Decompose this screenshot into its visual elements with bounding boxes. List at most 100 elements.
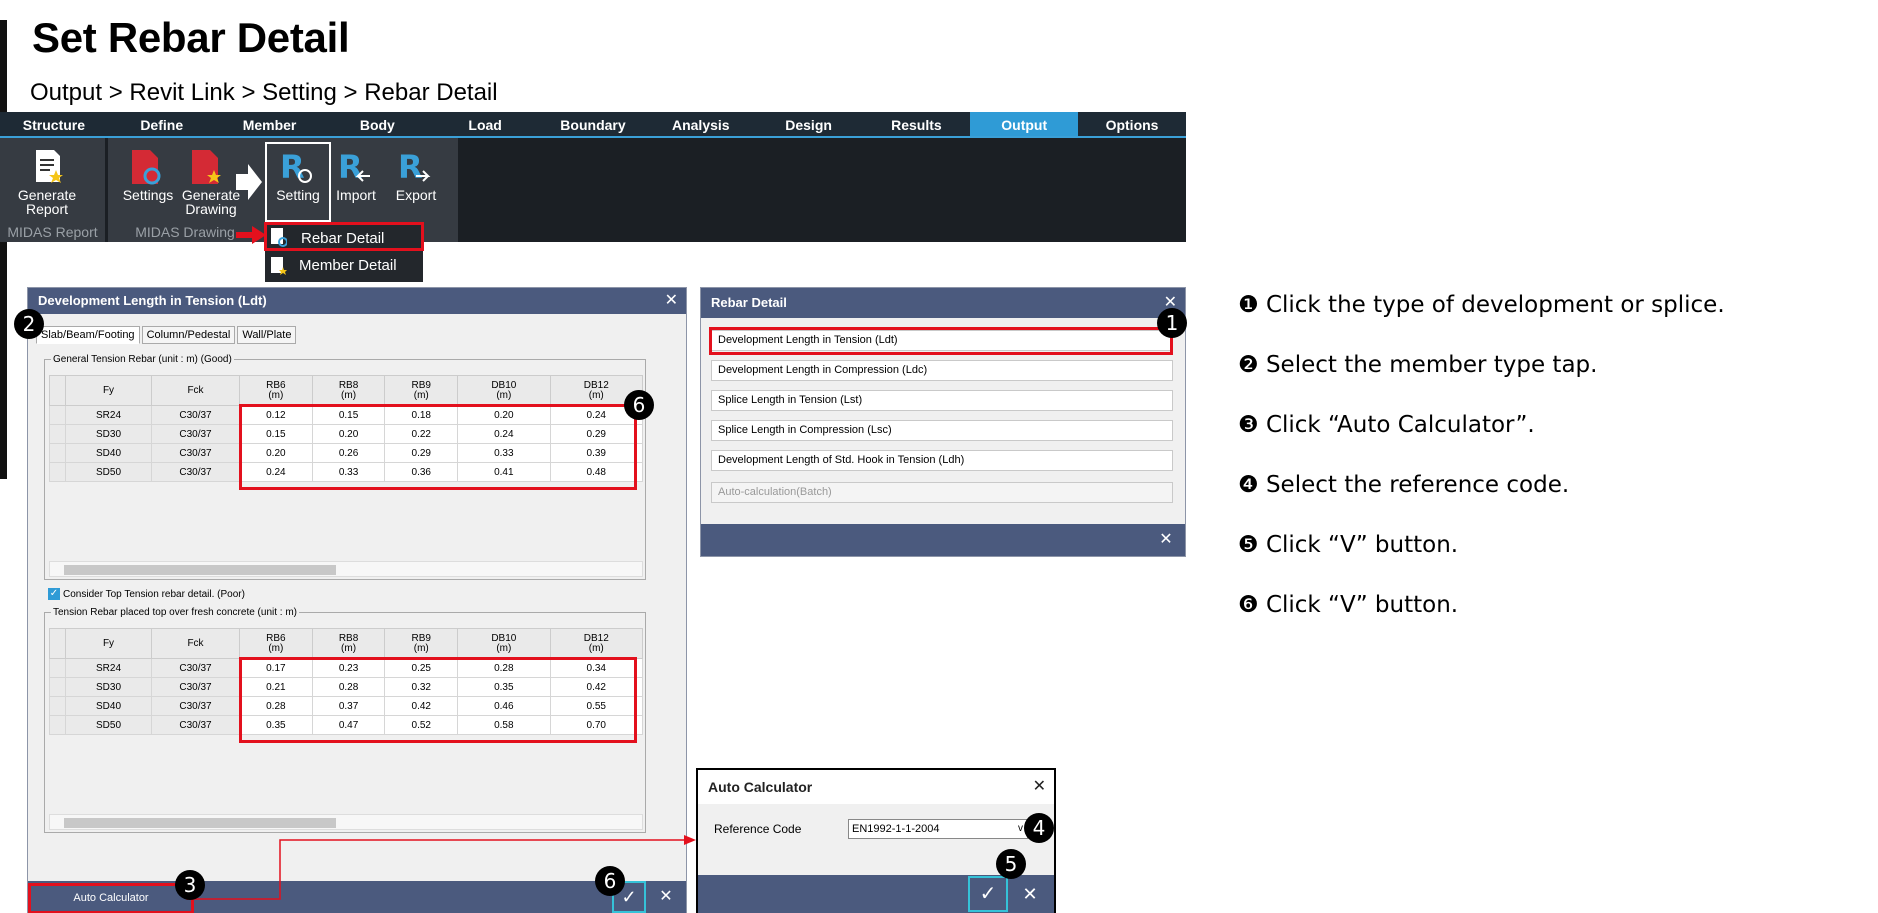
cell-fck: C30/37 [151,696,240,716]
confirm-check-icon[interactable]: ✓ [968,876,1008,912]
column-header: DB10 (m) [457,628,551,659]
generate-drawing-button[interactable]: Generate Drawing [178,188,244,216]
badge-3: 3 [175,870,205,900]
row-header-corner [49,375,66,406]
scrollbar-thumb[interactable] [64,818,336,828]
group-midas-report: Generate Report MIDAS Report [0,138,105,242]
row-header [49,424,66,444]
step-number: ❹ [1238,472,1259,498]
cell-fck: C30/37 [151,462,240,482]
revit-import-icon: R [338,148,370,186]
tab-boundary[interactable]: Boundary [539,112,647,136]
top-tension-checkbox-row: ✓ Consider Top Tension rebar detail. (Po… [48,588,245,600]
cell-fy: SD40 [65,443,152,463]
menu-item-rebar-detail[interactable]: Rebar Detail [264,222,424,251]
step-number: ❶ [1238,292,1259,318]
row-header-corner [49,628,66,659]
badge-4: 4 [1024,813,1054,843]
cell-fy: SD50 [65,715,152,735]
row-header [49,715,66,735]
cell-fck: C30/37 [151,424,240,444]
close-icon[interactable]: ✕ [665,288,678,314]
ribbon-body: Generate Report MIDAS Report Settings Ge… [0,138,1186,242]
cell-fy: SR24 [65,658,152,678]
tab-analysis[interactable]: Analysis [647,112,755,136]
tab-options[interactable]: Options [1078,112,1186,136]
tab-load[interactable]: Load [431,112,539,136]
dialog-footer: ✓ ✕ [698,875,1054,913]
row-header [49,443,66,463]
close-icon[interactable]: ✕ [1033,770,1046,804]
step-number: ❸ [1238,412,1259,438]
report-icon [36,150,63,183]
scrollbar-thumb[interactable] [64,565,336,575]
tab-slab-beam-footing[interactable]: Slab/Beam/Footing [36,326,140,344]
step-text: Select the member type tap. [1265,352,1598,378]
auto-calculation-batch-button: Auto-calculation(Batch) [711,482,1173,503]
column-header: RB8 (m) [311,628,386,659]
splice-compression-button[interactable]: Splice Length in Compression (Lsc) [711,420,1173,441]
column-header: RB6 (m) [239,375,313,406]
column-header: Fck [151,628,240,659]
group-legend: Tension Rebar placed top over fresh conc… [53,607,298,618]
row-header [49,658,66,678]
tab-body[interactable]: Body [323,112,431,136]
left-accent-bar [0,20,7,479]
tab-results[interactable]: Results [863,112,971,136]
page-title: Set Rebar Detail [32,14,350,61]
arrow-right-icon [236,164,262,200]
column-header: DB12 (m) [549,628,644,659]
dialog-title: Development Length in Tension (Ldt) [38,293,267,308]
cell-fck: C30/37 [151,658,240,678]
menu-item-member-detail[interactable]: Member Detail [265,252,423,280]
std-hook-button[interactable]: Development Length of Std. Hook in Tensi… [711,450,1173,471]
step-5: ❺ Click “V” button. [1238,532,1458,558]
column-header: RB6 (m) [239,628,313,659]
dialog-title: Rebar Detail [711,295,787,310]
row-header [49,696,66,716]
tab-define[interactable]: Define [108,112,216,136]
step-text: Click the type of development or splice. [1265,292,1725,318]
dialog-footer: ✕ [701,524,1185,556]
tab-wall-plate[interactable]: Wall/Plate [237,326,297,344]
ribbon-tabs: Structure Define Member Body Load Bounda… [0,112,1186,138]
reference-code-select[interactable]: EN1992-1-1-2004 v [848,819,1028,839]
step-1: ❶ Click the type of development or splic… [1238,292,1725,318]
splice-tension-button[interactable]: Splice Length in Tension (Lst) [711,390,1173,411]
auto-calculator-dialog: Auto Calculator ✕ Reference Code EN1992-… [696,768,1056,913]
column-header: Fy [65,628,152,659]
column-header: Fy [65,375,152,406]
step-text: Click “V” button. [1265,532,1459,558]
group-label-midas-report: MIDAS Report [7,224,98,240]
close-icon[interactable]: ✕ [1147,524,1185,556]
checkbox-label: Consider Top Tension rebar detail. (Poor… [63,588,245,600]
tab-design[interactable]: Design [755,112,863,136]
cancel-close-icon[interactable]: ✕ [1010,876,1050,912]
step-number: ❷ [1238,352,1259,378]
generate-report-button[interactable]: Generate Report [14,188,80,216]
setting-button[interactable]: Setting [266,188,330,202]
cell-fck: C30/37 [151,443,240,463]
row-header [49,462,66,482]
auto-calculator-button[interactable]: Auto Calculator [32,887,190,909]
badge-2: 2 [14,309,44,339]
row-header [49,677,66,697]
tab-member[interactable]: Member [216,112,324,136]
generate-drawing-icon [192,150,221,184]
tab-structure[interactable]: Structure [0,112,108,136]
tab-output[interactable]: Output [970,112,1079,136]
rebar-detail-dialog: Rebar Detail ✕ Development Length in Ten… [700,287,1186,557]
settings-button[interactable]: Settings [118,188,178,202]
horizontal-scrollbar[interactable] [49,561,643,577]
tab-column-pedestal[interactable]: Column/Pedestal [141,326,236,344]
highlight-box-6b [239,657,637,743]
dev-length-compression-button[interactable]: Development Length in Compression (Ldc) [711,360,1173,381]
badge-5: 5 [996,849,1026,879]
horizontal-scrollbar[interactable] [49,814,643,830]
cell-fy: SR24 [65,405,152,425]
connector-arrow [186,835,696,900]
checkbox[interactable]: ✓ [48,588,60,600]
import-button[interactable]: Import [330,188,382,202]
column-header: RB9 (m) [384,375,459,406]
export-button[interactable]: Export [388,188,444,202]
